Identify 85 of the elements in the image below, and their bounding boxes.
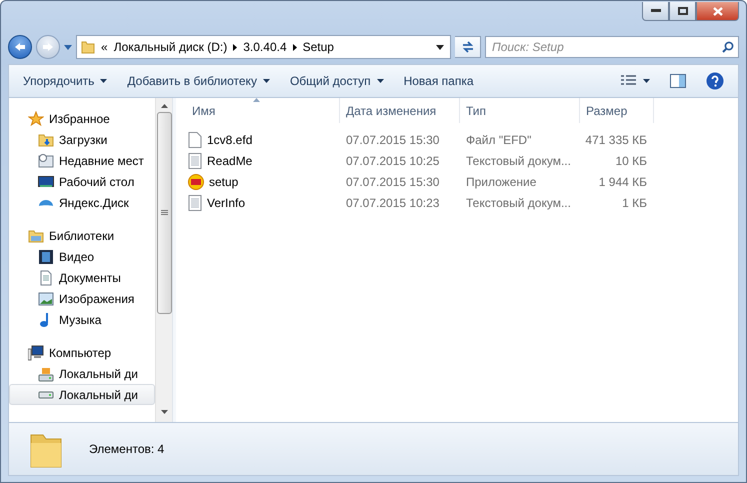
nav-item[interactable]: Яндекс.Диск bbox=[9, 192, 155, 213]
dropdown-caret-icon bbox=[434, 44, 446, 50]
text-file-icon bbox=[188, 194, 202, 210]
maximize-icon bbox=[678, 7, 688, 15]
toolbar-button[interactable]: Упорядочить bbox=[15, 70, 116, 92]
nav-item[interactable]: Рабочий стол bbox=[9, 171, 155, 192]
file-name[interactable]: 1cv8.efd bbox=[186, 132, 340, 148]
right-arrow-icon bbox=[42, 42, 54, 52]
clock-window-icon bbox=[38, 152, 54, 168]
table-cell-text: 07.07.2015 15:30 bbox=[345, 174, 440, 188]
system-drive-icon bbox=[38, 366, 54, 382]
breadcrumb[interactable]: Setup bbox=[302, 40, 334, 54]
file-name[interactable]: setup bbox=[186, 174, 340, 190]
scrollbar[interactable] bbox=[155, 98, 172, 422]
toolbar-button[interactable]: Общий доступ bbox=[282, 70, 392, 92]
minimize-button[interactable] bbox=[642, 2, 669, 21]
app-icon bbox=[188, 174, 204, 190]
caret-icon bbox=[643, 79, 650, 83]
nav-item[interactable]: Музыка bbox=[9, 309, 155, 330]
file-icon bbox=[188, 132, 202, 148]
drive-icon bbox=[38, 390, 54, 398]
item-count: Элементов: 4 bbox=[89, 442, 164, 456]
table-cell-text: 07.07.2015 10:23 bbox=[345, 196, 440, 210]
table-cell-text: 10 КБ bbox=[614, 154, 648, 168]
column-header[interactable]: Размер bbox=[580, 98, 654, 123]
search-icon bbox=[722, 41, 734, 53]
table-cell-text: Приложение bbox=[465, 174, 538, 188]
table-cell-text: Текстовый докум... bbox=[465, 154, 572, 168]
maximize-button[interactable] bbox=[669, 2, 696, 21]
help-icon bbox=[706, 72, 724, 90]
scroll-up-icon bbox=[160, 104, 168, 108]
library-folder-icon bbox=[28, 228, 44, 244]
nav-group[interactable]: Компьютер bbox=[9, 342, 155, 363]
scrollbar-thumb[interactable] bbox=[156, 112, 172, 314]
column-header[interactable]: Дата изменения bbox=[340, 98, 460, 123]
nav-item[interactable]: Документы bbox=[9, 267, 155, 288]
image-icon bbox=[38, 290, 54, 306]
back-button[interactable] bbox=[8, 35, 32, 59]
table-cell-text: Текстовый докум... bbox=[465, 196, 572, 210]
computer-icon bbox=[28, 344, 44, 360]
document-icon bbox=[38, 270, 54, 286]
nav-group[interactable]: Избранное bbox=[9, 108, 155, 129]
table-cell-text: Файл "EFD" bbox=[465, 132, 532, 146]
toolbar-button[interactable]: Добавить в библиотеку bbox=[119, 70, 278, 92]
grip-icon bbox=[160, 210, 168, 216]
nav-item[interactable]: Недавние мест bbox=[9, 150, 155, 171]
nav-item[interactable]: Загрузки bbox=[9, 129, 155, 150]
nav-item[interactable]: Локальный ди bbox=[9, 384, 155, 405]
chevron-right-icon bbox=[233, 44, 238, 50]
scroll-down-icon bbox=[160, 410, 168, 414]
column-header[interactable]: Тип bbox=[460, 98, 580, 123]
history-caret-icon bbox=[64, 44, 72, 50]
table-cell-text: 471 335 КБ bbox=[584, 132, 648, 146]
left-arrow-icon bbox=[14, 42, 26, 52]
file-name[interactable]: ReadMe bbox=[186, 152, 340, 168]
table-cell-text: 07.07.2015 15:30 bbox=[345, 132, 440, 146]
nav-group[interactable]: Библиотеки bbox=[9, 225, 155, 246]
folder-icon bbox=[38, 132, 54, 148]
chevron-right-icon bbox=[292, 44, 297, 50]
nav-item[interactable]: Видео bbox=[9, 246, 155, 267]
star-icon bbox=[28, 110, 44, 126]
breadcrumb-overflow[interactable]: « bbox=[101, 40, 108, 54]
table-cell-text: 1 944 КБ bbox=[598, 174, 648, 188]
details-view-icon bbox=[621, 75, 637, 87]
table-cell-text: 1 КБ bbox=[621, 196, 648, 210]
refresh-button[interactable] bbox=[455, 36, 481, 58]
breadcrumb[interactable]: 3.0.40.4 bbox=[243, 40, 287, 54]
search-box[interactable]: Поиск: Setup bbox=[485, 36, 739, 58]
minimize-icon bbox=[650, 9, 660, 13]
folder-icon bbox=[81, 40, 95, 54]
breadcrumb[interactable]: Локальный диск (D:) bbox=[114, 40, 228, 54]
desktop-icon bbox=[38, 174, 54, 190]
toolbar-button[interactable]: Новая папка bbox=[396, 70, 482, 92]
table-cell-text: 07.07.2015 10:25 bbox=[345, 154, 440, 168]
close-button[interactable] bbox=[696, 2, 739, 21]
text-file-icon bbox=[188, 152, 202, 168]
preview-pane-icon bbox=[670, 74, 686, 88]
nav-item[interactable]: Локальный ди bbox=[9, 363, 155, 384]
nav-item[interactable]: Изображения bbox=[9, 288, 155, 309]
column-header[interactable]: Имя bbox=[186, 98, 340, 123]
address-bar[interactable]: « Локальный диск (D:) 3.0.40.4 Setup bbox=[76, 35, 451, 59]
file-name[interactable]: VerInfo bbox=[186, 194, 340, 210]
refresh-icon bbox=[460, 41, 474, 53]
film-icon bbox=[38, 248, 54, 264]
close-icon bbox=[712, 6, 722, 16]
